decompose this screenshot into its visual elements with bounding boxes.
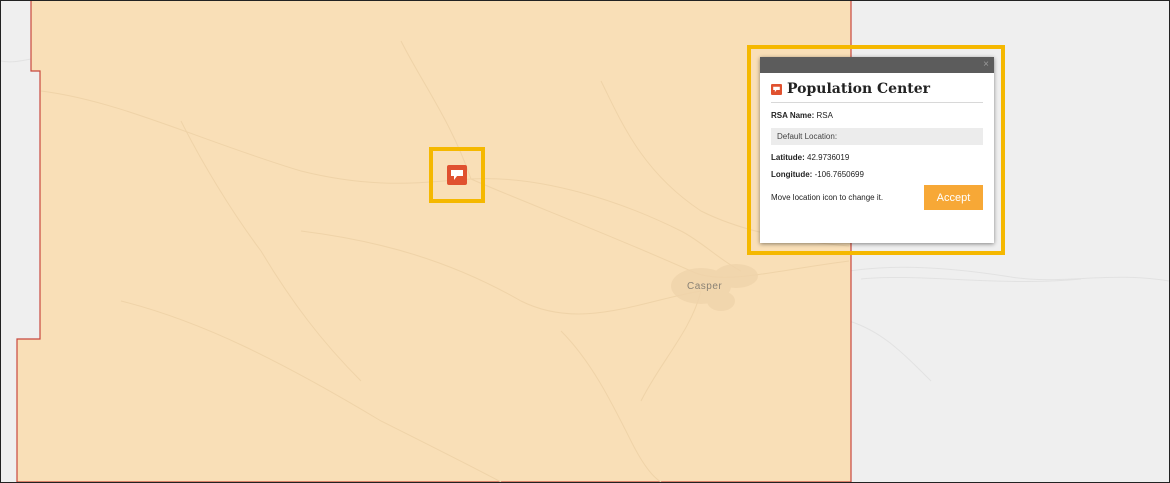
popup-body: Population Center RSA Name: RSA Default … (760, 73, 994, 210)
population-center-icon (447, 165, 467, 185)
population-center-popup: × Population Center RSA Name: RSA Defaul… (760, 57, 994, 243)
city-label: Casper (687, 281, 723, 292)
popup-title-text: Population Center (787, 81, 931, 97)
accept-button[interactable]: Accept (924, 185, 983, 210)
latitude-label: Latitude: (771, 153, 805, 162)
map-view[interactable]: Casper × Population Center RSA Name: RSA (0, 0, 1170, 483)
county-region (16, 1, 852, 482)
popup-title: Population Center (771, 81, 983, 103)
latitude-value: 42.9736019 (807, 153, 850, 162)
close-icon[interactable]: × (983, 58, 989, 72)
population-center-marker[interactable] (447, 165, 467, 185)
rsa-name-row: RSA Name: RSA (771, 111, 983, 120)
longitude-value: -106.7650699 (814, 170, 864, 179)
longitude-label: Longitude: (771, 170, 813, 179)
move-hint: Move location icon to change it. (771, 193, 884, 202)
longitude-row: Longitude: -106.7650699 (771, 170, 983, 179)
default-location-label: Default Location: (771, 128, 983, 145)
rsa-name-value: RSA (816, 111, 833, 120)
popup-titlebar: × (760, 57, 994, 73)
latitude-row: Latitude: 42.9736019 (771, 153, 983, 162)
move-row: Move location icon to change it. Accept (771, 185, 983, 210)
rsa-name-label: RSA Name: (771, 111, 815, 120)
population-center-icon (771, 83, 782, 95)
